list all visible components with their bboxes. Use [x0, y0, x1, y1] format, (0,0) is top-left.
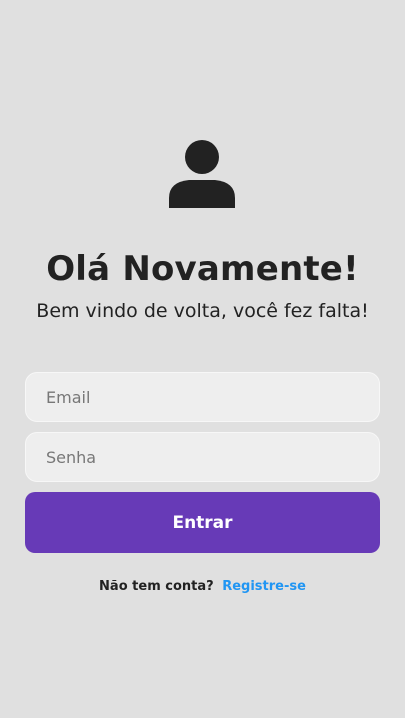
user-icon [167, 140, 237, 208]
page-subtitle: Bem vindo de volta, você fez falta! [36, 300, 369, 322]
email-field[interactable] [25, 372, 380, 422]
page-title: Olá Novamente! [46, 249, 359, 289]
register-question: Não tem conta? [99, 579, 214, 594]
register-link[interactable]: Registre-se [222, 579, 306, 594]
register-prompt: Não tem conta? Registre-se [0, 578, 405, 596]
login-screen: Olá Novamente! Bem vindo de volta, você … [0, 0, 405, 718]
password-field[interactable] [25, 432, 380, 482]
login-button[interactable]: Entrar [25, 492, 380, 553]
